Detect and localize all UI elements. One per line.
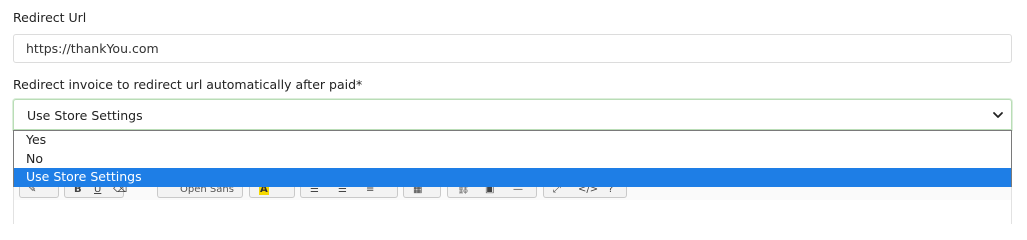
page: Redirect Url Redirect invoice to redirec… [0,0,1027,224]
auto-redirect-select[interactable]: Use Store Settings [13,99,1012,130]
redirect-url-input[interactable] [13,34,1012,63]
chevron-down-icon [993,112,1003,118]
redirect-url-label: Redirect Url [13,10,87,25]
auto-redirect-selected-value: Use Store Settings [27,108,143,123]
auto-redirect-label: Redirect invoice to redirect url automat… [13,77,363,92]
editor-content-area[interactable] [13,200,1012,224]
option-use-store-settings[interactable]: Use Store Settings [14,168,1011,187]
option-yes[interactable]: Yes [14,131,1011,150]
auto-redirect-options-list: Yes No Use Store Settings [13,130,1012,187]
option-no[interactable]: No [14,150,1011,169]
